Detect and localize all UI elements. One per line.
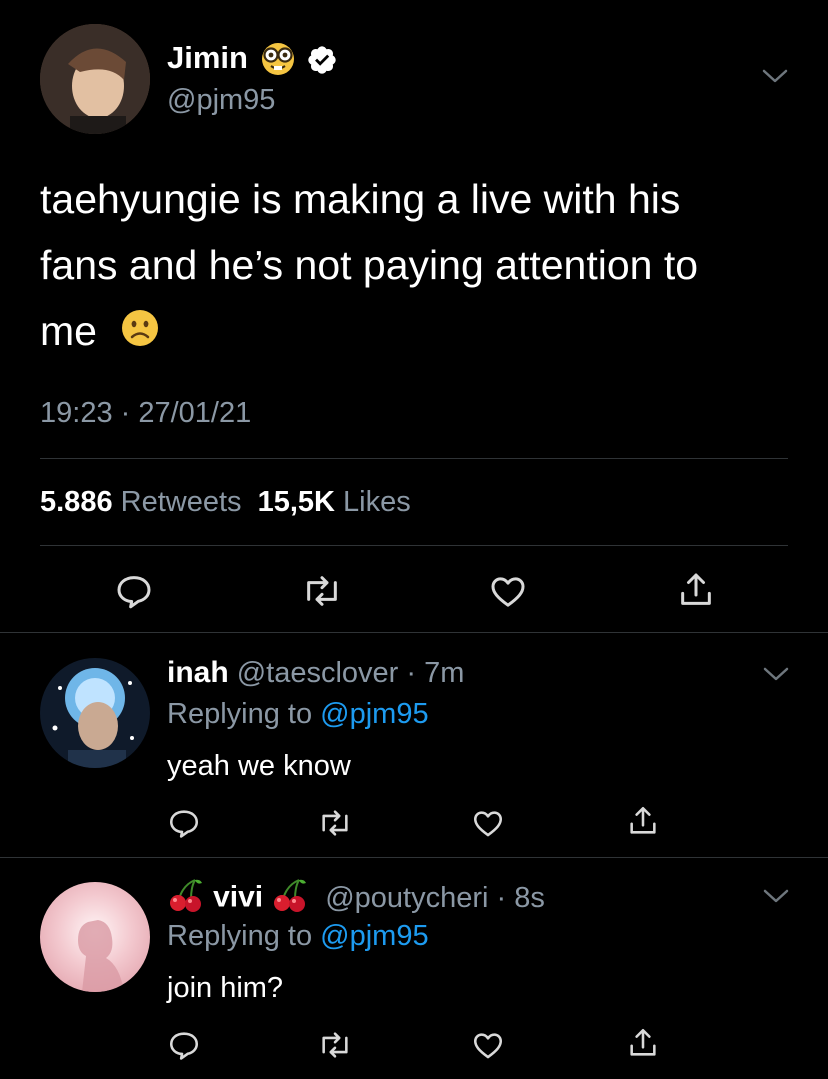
replying-to: Replying to @pjm95 (167, 698, 429, 731)
cherry-emoji (167, 877, 205, 921)
chevron-down-icon[interactable] (762, 664, 790, 684)
author-handle[interactable]: @pjm95 (167, 84, 275, 117)
divider (0, 632, 828, 633)
reply-icon[interactable] (167, 806, 201, 840)
replying-to: Replying to @pjm95 (167, 920, 429, 953)
divider (40, 545, 788, 546)
frowning-face-emoji (120, 301, 160, 367)
tweet-text-line: taehyungie is making a live with his (40, 176, 681, 222)
reply-avatar[interactable] (40, 658, 150, 768)
replying-to-label: Replying to (167, 698, 321, 730)
reply-text: yeah we know (167, 750, 351, 782)
reply-icon[interactable] (167, 1028, 201, 1062)
author-name[interactable]: Jimin (167, 40, 248, 76)
tweet-text-line: me (40, 298, 800, 367)
replying-to-handle[interactable]: @pjm95 (320, 698, 428, 730)
reply-header: inah @taesclover · 7m (167, 656, 464, 690)
chevron-down-icon[interactable] (761, 66, 789, 86)
share-icon[interactable] (676, 570, 716, 610)
reply-text: join him? (167, 972, 284, 1004)
like-icon[interactable] (471, 1028, 505, 1062)
replying-to-handle[interactable]: @pjm95 (320, 920, 428, 952)
author-avatar[interactable] (40, 24, 150, 134)
reply-author-name[interactable]: vivi (213, 881, 263, 914)
tweet-text: taehyungie is making a live with his fan… (40, 166, 800, 367)
divider (40, 458, 788, 459)
like-icon[interactable] (471, 806, 505, 840)
tweet-stats: 5.886 Retweets 15,5K Likes (40, 486, 411, 519)
reply-author-name[interactable]: inah (167, 656, 229, 689)
tweet-timestamp[interactable]: 19:23 · 27/01/21 (40, 397, 251, 430)
verified-badge-icon (306, 44, 338, 81)
reply-handle-time[interactable]: @poutycheri · 8s (325, 882, 545, 914)
retweets-label[interactable]: Retweets (121, 486, 242, 518)
reply-header: vivi @poutycheri · 8s (167, 877, 545, 921)
tweet-text-line: fans and he’s not paying attention to (40, 242, 699, 288)
chevron-down-icon[interactable] (762, 886, 790, 906)
share-icon[interactable] (626, 804, 660, 838)
retweet-icon[interactable] (316, 1028, 354, 1062)
reply-handle-time[interactable]: @taesclover · 7m (237, 657, 465, 689)
retweet-icon[interactable] (300, 571, 344, 611)
replying-to-label: Replying to (167, 920, 321, 952)
likes-label[interactable]: Likes (343, 486, 411, 518)
divider (0, 857, 828, 858)
likes-count[interactable]: 15,5K (258, 486, 335, 518)
share-icon[interactable] (626, 1026, 660, 1060)
tweet-text-fragment: me (40, 308, 97, 354)
reply-avatar[interactable] (40, 882, 150, 992)
nerd-face-emoji (258, 41, 298, 82)
cherry-emoji (271, 877, 309, 921)
like-icon[interactable] (488, 571, 528, 611)
retweet-icon[interactable] (316, 806, 354, 840)
reply-icon[interactable] (114, 571, 154, 611)
retweets-count[interactable]: 5.886 (40, 486, 113, 518)
